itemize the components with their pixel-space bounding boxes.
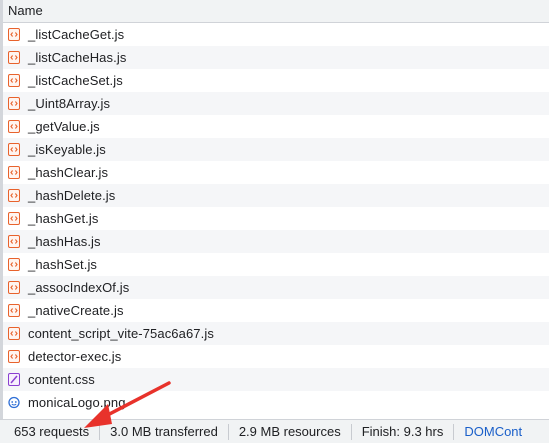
js-file-icon bbox=[8, 143, 20, 156]
request-name: _listCacheGet.js bbox=[28, 27, 125, 42]
request-name: _Uint8Array.js bbox=[28, 96, 111, 111]
request-name: monicaLogo.png bbox=[28, 395, 126, 410]
request-row[interactable]: content.css bbox=[3, 368, 549, 391]
js-file-icon bbox=[8, 120, 20, 133]
request-row[interactable]: _listCacheGet.js bbox=[3, 23, 549, 46]
name-column-label: Name bbox=[8, 3, 43, 18]
request-row[interactable]: _listCacheHas.js bbox=[3, 46, 549, 69]
request-name: _hashGet.js bbox=[28, 211, 99, 226]
request-row[interactable]: _hashSet.js bbox=[3, 253, 549, 276]
resources-size: 2.9 MB resources bbox=[229, 423, 352, 440]
js-file-icon bbox=[8, 97, 20, 110]
request-row[interactable]: _hashDelete.js bbox=[3, 184, 549, 207]
request-row[interactable]: _isKeyable.js bbox=[3, 138, 549, 161]
request-name: _hashHas.js bbox=[28, 234, 101, 249]
js-file-icon bbox=[8, 350, 20, 363]
request-row[interactable]: content_script_vite-75ac6a67.js bbox=[3, 322, 549, 345]
request-name: _hashDelete.js bbox=[28, 188, 116, 203]
request-row[interactable]: detector-exec.js bbox=[3, 345, 549, 368]
requests-count: 653 requests bbox=[0, 423, 101, 440]
request-name: _isKeyable.js bbox=[28, 142, 106, 157]
request-row[interactable]: _hashHas.js bbox=[3, 230, 549, 253]
request-row[interactable]: _getValue.js bbox=[3, 115, 549, 138]
request-name: _listCacheHas.js bbox=[28, 50, 127, 65]
js-file-icon bbox=[8, 51, 20, 64]
request-name: _hashClear.js bbox=[28, 165, 109, 180]
css-file-icon bbox=[8, 373, 20, 386]
js-file-icon bbox=[8, 327, 20, 340]
request-row[interactable]: _nativeCreate.js bbox=[3, 299, 549, 322]
transferred-size: 3.0 MB transferred bbox=[100, 423, 229, 440]
request-name: content_script_vite-75ac6a67.js bbox=[28, 326, 214, 341]
js-file-icon bbox=[8, 189, 20, 202]
request-row[interactable]: _hashClear.js bbox=[3, 161, 549, 184]
js-file-icon bbox=[8, 258, 20, 271]
request-name: _getValue.js bbox=[28, 119, 100, 134]
request-list: _listCacheGet.js _listCacheHas.js _listCac… bbox=[3, 23, 549, 419]
js-file-icon bbox=[8, 28, 20, 41]
request-row[interactable]: _listCacheSet.js bbox=[3, 69, 549, 92]
request-name: detector-exec.js bbox=[28, 349, 122, 364]
name-column-header[interactable]: Name bbox=[3, 0, 549, 23]
js-file-icon bbox=[8, 281, 20, 294]
js-file-icon bbox=[8, 212, 20, 225]
request-name: _listCacheSet.js bbox=[28, 73, 123, 88]
js-file-icon bbox=[8, 74, 20, 87]
domcontentloaded-time[interactable]: DOMCont bbox=[454, 424, 532, 440]
request-name: _hashSet.js bbox=[28, 257, 98, 272]
js-file-icon bbox=[8, 166, 20, 179]
request-name: _nativeCreate.js bbox=[28, 303, 124, 318]
request-name: _assocIndexOf.js bbox=[28, 280, 130, 295]
js-file-icon bbox=[8, 304, 20, 317]
network-summary-bar: 653 requests 3.0 MB transferred 2.9 MB r… bbox=[0, 419, 549, 443]
request-row[interactable]: _Uint8Array.js bbox=[3, 92, 549, 115]
finish-time: Finish: 9.3 hrs bbox=[352, 423, 455, 440]
js-file-icon bbox=[8, 235, 20, 248]
request-row[interactable]: monicaLogo.png bbox=[3, 391, 549, 414]
image-file-icon bbox=[8, 396, 20, 409]
request-row[interactable]: _assocIndexOf.js bbox=[3, 276, 549, 299]
request-row[interactable]: _hashGet.js bbox=[3, 207, 549, 230]
request-name: content.css bbox=[28, 372, 95, 387]
